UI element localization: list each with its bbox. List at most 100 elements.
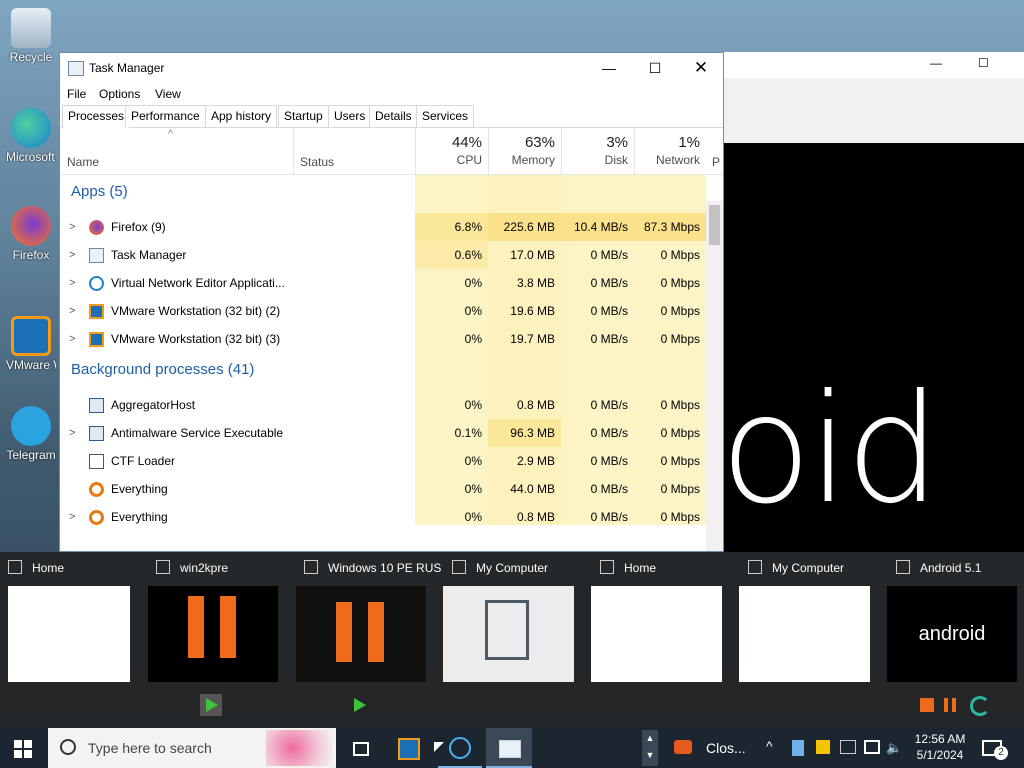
- vm-icon: [896, 560, 910, 574]
- taskbar-preview-strip: Home win2kpre Windows 10 PE RUS My Compu…: [0, 552, 1024, 728]
- tab-performance[interactable]: Performance: [125, 105, 206, 127]
- scrollbar-thumb[interactable]: [709, 205, 720, 245]
- vm-tray-icon[interactable]: [792, 740, 804, 756]
- table-row[interactable]: CTF Loader 0% 2.9 MB 0 MB/s 0 Mbps: [60, 447, 706, 475]
- preview-my-computer-2[interactable]: My Computer: [739, 552, 888, 728]
- group-header-apps[interactable]: Apps (5): [71, 183, 128, 200]
- play-icon[interactable]: [354, 698, 366, 712]
- column-name[interactable]: Name: [67, 155, 99, 169]
- preview-android[interactable]: Android 5.1 android: [887, 552, 1024, 728]
- computer-icon: [452, 560, 466, 574]
- pause-icon[interactable]: [944, 698, 948, 712]
- column-status[interactable]: Status: [300, 155, 334, 169]
- network-monitor-icon[interactable]: [864, 740, 880, 754]
- tab-details[interactable]: Details: [369, 105, 418, 127]
- chevron-right-icon[interactable]: >: [69, 419, 75, 447]
- tab-app-history[interactable]: App history: [205, 105, 278, 127]
- preview-home-1[interactable]: Home: [0, 552, 148, 728]
- notification-text[interactable]: Clos...: [706, 740, 746, 756]
- titlebar[interactable]: Task Manager — ☐ ✕: [60, 53, 723, 83]
- table-row[interactable]: > VMware Workstation (32 bit) (3) 0% 19.…: [60, 325, 706, 353]
- stop-icon[interactable]: [920, 698, 934, 712]
- close-button[interactable]: ✕: [678, 53, 724, 83]
- tab-users[interactable]: Users: [328, 105, 372, 127]
- warning-car-icon[interactable]: [674, 737, 696, 759]
- edge-icon: [11, 108, 51, 148]
- telegram-icon: [11, 406, 51, 446]
- desktop-icon-recycle[interactable]: Recycle: [6, 8, 56, 65]
- tray-expand-chevron-up-icon[interactable]: ^: [766, 738, 773, 754]
- chevron-right-icon[interactable]: >: [69, 503, 75, 525]
- tab-startup[interactable]: Startup: [278, 105, 329, 127]
- table-row[interactable]: > Task Manager 0.6% 17.0 MB 0 MB/s 0 Mbp…: [60, 241, 706, 269]
- vm-display[interactable]: oid: [720, 143, 1024, 552]
- start-windows-icon[interactable]: [14, 740, 32, 758]
- desktop-icon-edge[interactable]: Microsoft Edge: [6, 108, 56, 165]
- network-editor-taskbar-icon[interactable]: [446, 734, 474, 762]
- vertical-scrollbar[interactable]: [706, 201, 723, 551]
- network-globe-icon: [89, 276, 104, 291]
- chevron-right-icon[interactable]: >: [69, 241, 75, 269]
- table-row[interactable]: > Everything 0% 0.8 MB 0 MB/s 0 Mbps: [60, 503, 706, 525]
- android-boot-text: oid: [720, 363, 941, 537]
- vmware-taskbar-icon[interactable]: [396, 734, 424, 762]
- vm-icon: [304, 560, 318, 574]
- process-list: Apps (5) > Firefox (9) 6.8% 225.6 MB 10.…: [60, 175, 723, 525]
- preview-my-computer-1[interactable]: My Computer: [443, 552, 592, 728]
- desktop-icon-vmware[interactable]: VMware Workstation: [6, 316, 56, 373]
- tab-processes[interactable]: Processes: [62, 105, 131, 128]
- background-window-titlebar[interactable]: — ☐: [720, 52, 1024, 78]
- desktop-icon-firefox[interactable]: Firefox: [6, 206, 56, 263]
- volume-muted-icon[interactable]: 🔈: [886, 740, 902, 756]
- group-header-background[interactable]: Background processes (41): [71, 361, 254, 378]
- menu-file[interactable]: File: [67, 87, 86, 101]
- window-title: Task Manager: [89, 61, 165, 75]
- computer-icon: [748, 560, 762, 574]
- maximize-button[interactable]: ☐: [978, 56, 989, 70]
- task-view-icon[interactable]: [348, 734, 376, 762]
- background-window[interactable]: — ☐ oid: [720, 52, 1024, 552]
- task-manager-taskbar-button[interactable]: [486, 728, 532, 768]
- file-icon: [485, 600, 529, 660]
- desktop-icon-telegram[interactable]: Telegram: [6, 406, 56, 463]
- tab-services[interactable]: Services: [416, 105, 475, 127]
- minimize-button[interactable]: —: [586, 53, 632, 83]
- taskbar-search[interactable]: Type here to search: [48, 728, 336, 768]
- column-disk[interactable]: 3% Disk: [561, 128, 634, 174]
- column-memory[interactable]: 63% Memory: [488, 128, 561, 174]
- table-row[interactable]: AggregatorHost 0% 0.8 MB 0 MB/s 0 Mbps: [60, 391, 706, 419]
- table-row[interactable]: Everything 0% 44.0 MB 0 MB/s 0 Mbps: [60, 475, 706, 503]
- column-power[interactable]: P: [712, 155, 720, 169]
- refresh-icon[interactable]: [970, 696, 990, 716]
- home-icon: [8, 560, 22, 574]
- vm-icon: [156, 560, 170, 574]
- table-row[interactable]: > Virtual Network Editor Applicati... 0%…: [60, 269, 706, 297]
- preview-windows10pe[interactable]: Windows 10 PE RUS: [296, 552, 444, 728]
- vmware-icon: [89, 304, 104, 319]
- menu-options[interactable]: Options: [99, 87, 140, 101]
- shield-icon[interactable]: [816, 740, 830, 754]
- column-cpu[interactable]: 44% CPU: [415, 128, 488, 174]
- menu-view[interactable]: View: [155, 87, 181, 101]
- action-center-icon[interactable]: 2: [982, 738, 1008, 760]
- device-icon[interactable]: [840, 740, 856, 754]
- task-manager-icon: [499, 740, 521, 758]
- preview-win2kpre[interactable]: win2kpre: [148, 552, 296, 728]
- maximize-button[interactable]: ☐: [632, 53, 678, 83]
- chevron-right-icon[interactable]: >: [69, 325, 75, 353]
- taskbar-scroll-arrows[interactable]: ▲ ▼: [642, 730, 658, 766]
- minimize-button[interactable]: —: [930, 56, 942, 70]
- table-row[interactable]: > VMware Workstation (32 bit) (2) 0% 19.…: [60, 297, 706, 325]
- play-button[interactable]: [200, 694, 222, 716]
- chevron-right-icon[interactable]: >: [69, 269, 75, 297]
- table-row[interactable]: > Firefox (9) 6.8% 225.6 MB 10.4 MB/s 87…: [60, 213, 706, 241]
- task-manager-window[interactable]: Task Manager — ☐ ✕ File Options View Pro…: [59, 52, 724, 552]
- android-thumb-text: android: [918, 623, 986, 645]
- chevron-right-icon[interactable]: >: [69, 297, 75, 325]
- table-row[interactable]: > Antimalware Service Executable 0.1% 96…: [60, 419, 706, 447]
- preview-home-2[interactable]: Home: [591, 552, 740, 728]
- preview-thumbnail: [148, 586, 278, 682]
- clock[interactable]: 12:56 AM 5/1/2024: [912, 732, 968, 762]
- chevron-right-icon[interactable]: >: [69, 213, 75, 241]
- column-network[interactable]: 1% Network: [634, 128, 706, 174]
